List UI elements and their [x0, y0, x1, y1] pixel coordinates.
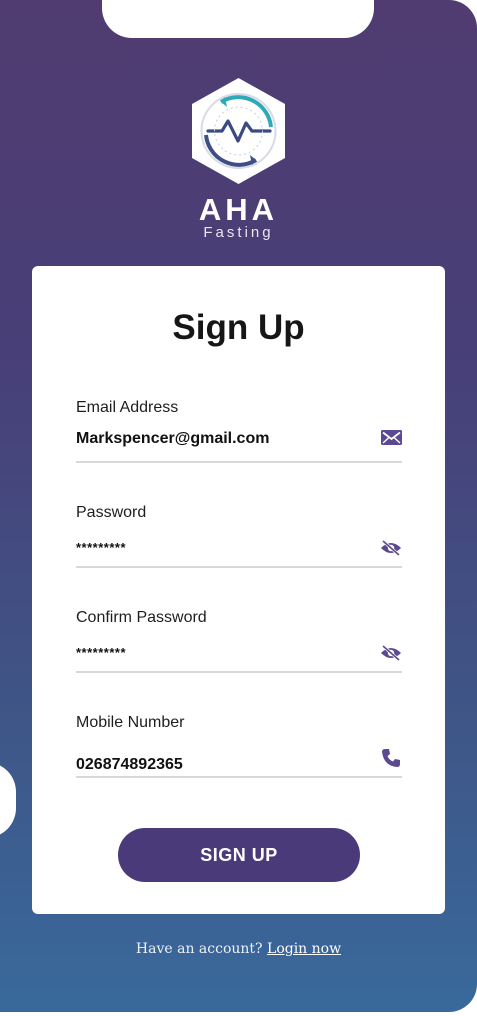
- brand-name: AHA: [198, 192, 279, 227]
- confirm-password-input[interactable]: *********: [76, 645, 126, 660]
- signup-card: [32, 266, 445, 914]
- brand-tagline: Fasting: [203, 224, 274, 241]
- password-underline: [76, 566, 402, 568]
- app-screen: AHA Fasting Sign Up Email Address Marksp…: [0, 0, 477, 1012]
- email-label: Email Address: [76, 399, 179, 416]
- login-now-link[interactable]: Login now: [267, 941, 341, 957]
- confirm-password-label: Confirm Password: [76, 609, 207, 626]
- password-input[interactable]: *********: [76, 540, 126, 555]
- eye-slash-icon[interactable]: [380, 643, 402, 663]
- password-field[interactable]: Password *********: [76, 504, 402, 570]
- confirm-password-underline: [76, 671, 402, 673]
- page-title: Sign Up: [172, 308, 305, 347]
- email-field[interactable]: Email Address Markspencer@gmail.com: [76, 399, 402, 465]
- password-label: Password: [76, 504, 147, 521]
- eye-slash-icon[interactable]: [380, 538, 402, 558]
- device-notch: [102, 0, 374, 38]
- envelope-icon: [380, 427, 402, 447]
- aha-logo-icon: [186, 75, 291, 187]
- email-input[interactable]: Markspencer@gmail.com: [76, 430, 269, 448]
- have-account-text: Have an account?: [135, 941, 263, 957]
- phone-icon: [380, 748, 402, 768]
- device-side-cutout: [0, 762, 16, 838]
- mobile-number-field[interactable]: Mobile Number 026874892365: [76, 714, 402, 780]
- email-underline: [76, 461, 402, 463]
- confirm-password-field[interactable]: Confirm Password *********: [76, 609, 402, 675]
- mobile-number-underline: [76, 776, 402, 778]
- mobile-number-input[interactable]: 026874892365: [76, 756, 183, 774]
- mobile-number-label: Mobile Number: [76, 714, 185, 731]
- sign-up-button[interactable]: SIGN UP: [118, 828, 360, 882]
- login-prompt: Have an account? Login now: [0, 941, 477, 957]
